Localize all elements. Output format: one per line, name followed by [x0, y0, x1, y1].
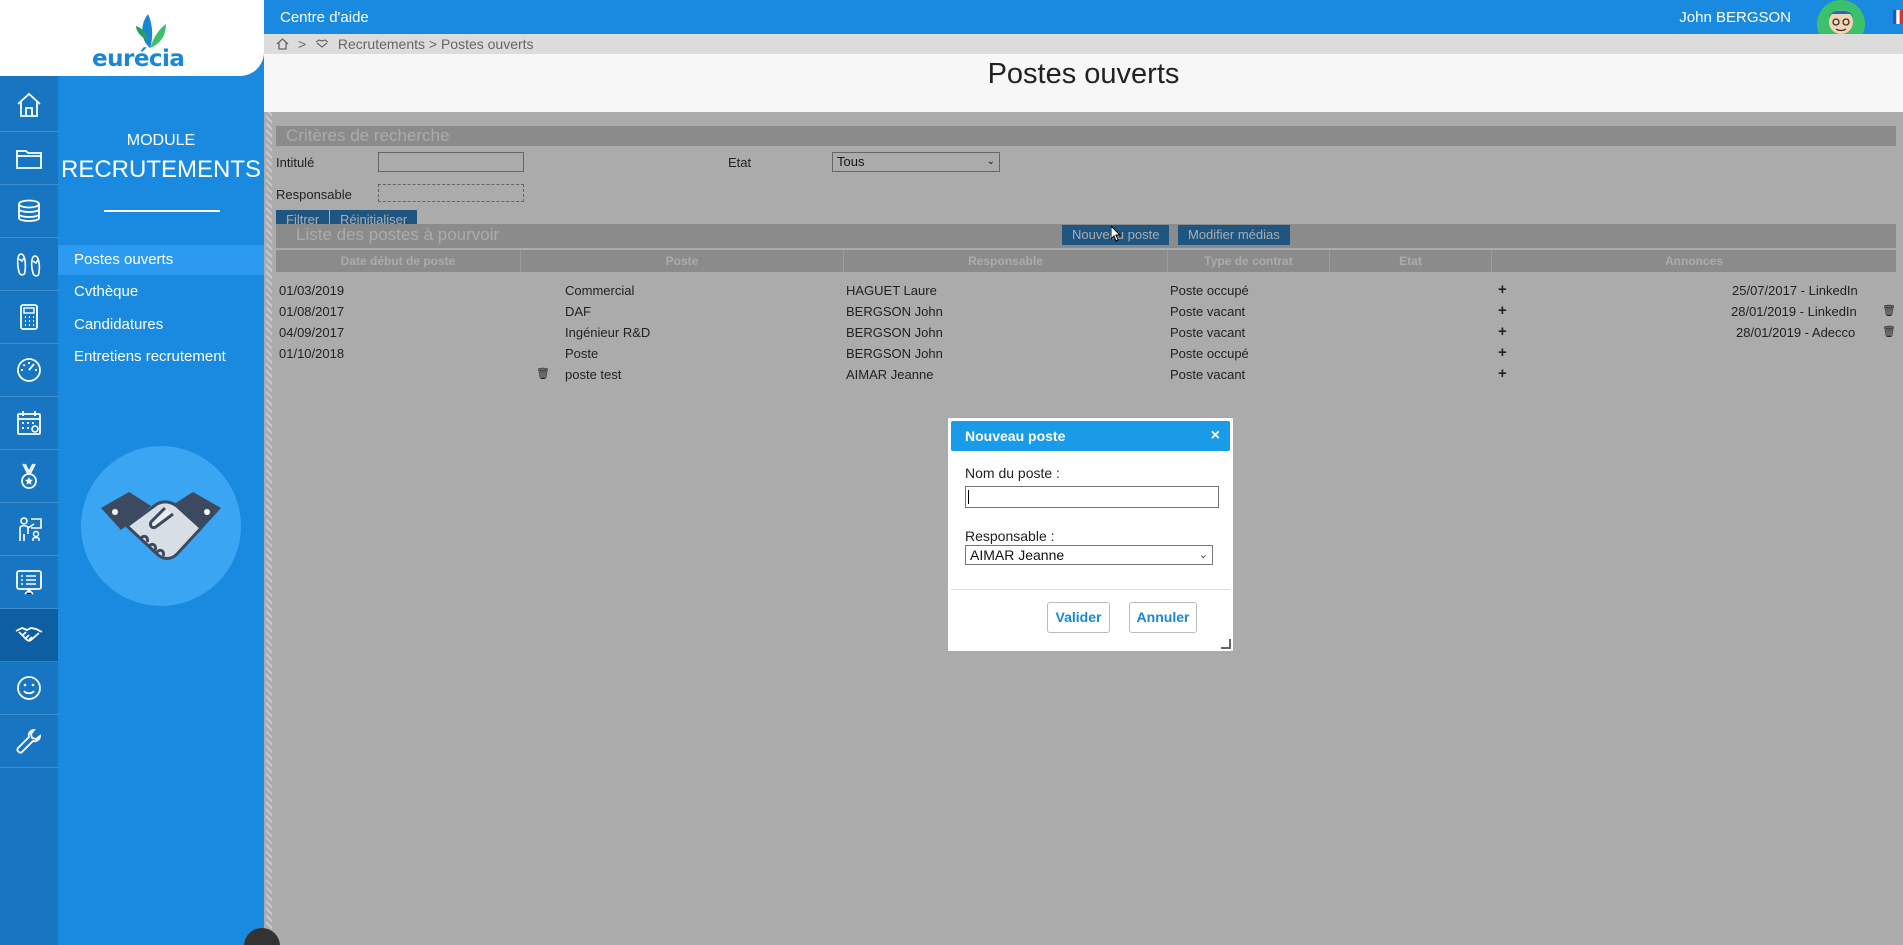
- rail-leaves[interactable]: [0, 238, 58, 291]
- chevron-down-icon: ⌄: [1198, 549, 1208, 561]
- rail-training[interactable]: [0, 503, 58, 556]
- dialog-header[interactable]: Nouveau poste ×: [951, 421, 1230, 451]
- module-label: MODULE: [126, 132, 196, 149]
- home-icon: [17, 92, 41, 117]
- user-name[interactable]: John BERGSON: [1679, 9, 1791, 26]
- mouse-pointer-icon: [1111, 226, 1121, 242]
- sandals-icon: [16, 253, 41, 277]
- module-name: RECRUTEMENTS: [60, 156, 261, 183]
- icon-rail: [0, 0, 58, 945]
- breadcrumb-path[interactable]: Recrutements > Postes ouverts: [338, 36, 534, 52]
- logo-text: eurécia: [92, 46, 185, 72]
- rail-planning[interactable]: [0, 397, 58, 450]
- responsable-select[interactable]: AIMAR Jeanne ⌄: [965, 545, 1213, 565]
- position-name-label: Nom du poste :: [965, 465, 1060, 481]
- rail-payroll[interactable]: [0, 291, 58, 344]
- calculator-icon: [20, 304, 38, 330]
- dialog-divider: [951, 589, 1230, 590]
- handshake-illustration-icon: [101, 492, 221, 560]
- speedometer-icon: [17, 358, 41, 382]
- person-presentation-icon: [19, 517, 42, 541]
- responsable-label: Responsable :: [965, 528, 1055, 544]
- overlay-edge: [266, 112, 272, 945]
- french-flag-icon[interactable]: [1893, 10, 1903, 24]
- help-center-link[interactable]: Centre d'aide: [280, 9, 369, 26]
- responsable-select-value: AIMAR Jeanne: [970, 547, 1065, 563]
- resize-handle-icon[interactable]: [1221, 639, 1231, 649]
- calendar-icon: [17, 411, 41, 435]
- position-name-input[interactable]: [965, 486, 1219, 508]
- logo[interactable]: eurécia: [0, 0, 264, 76]
- coins-icon: [18, 199, 40, 222]
- rail-wellbeing[interactable]: [0, 662, 58, 715]
- module-panel: MODULE RECRUTEMENTS Postes ouverts Cvthè…: [58, 0, 264, 945]
- leaf-logo-icon: [136, 14, 166, 48]
- module-divider: [104, 210, 220, 212]
- close-icon[interactable]: ×: [1211, 421, 1220, 451]
- home-icon[interactable]: [276, 38, 289, 50]
- rail-home[interactable]: [0, 79, 58, 132]
- rail-time[interactable]: [0, 344, 58, 397]
- cancel-button[interactable]: Annuler: [1129, 602, 1197, 633]
- handshake-icon: [15, 627, 43, 642]
- handshake-icon: [315, 39, 329, 48]
- wrench-icon: [16, 729, 41, 754]
- validate-button[interactable]: Valider: [1047, 602, 1110, 633]
- page-title: Postes ouverts: [987, 58, 1180, 90]
- rail-settings[interactable]: [0, 715, 58, 768]
- nav-item-candidatures[interactable]: Candidatures: [58, 310, 264, 340]
- rail-expenses[interactable]: [0, 185, 58, 238]
- folder-icon: [16, 150, 42, 169]
- nav-item-cvtheque[interactable]: Cvthèque: [58, 277, 264, 307]
- rail-skills[interactable]: [0, 450, 58, 503]
- nav-item-postes-ouverts[interactable]: Postes ouverts: [58, 245, 264, 275]
- handshake-illustration: [81, 446, 241, 606]
- top-bar: Centre d'aide John BERGSON: [264, 0, 1903, 48]
- rail-recruitment[interactable]: [0, 609, 58, 662]
- rail-evaluations[interactable]: [0, 556, 58, 609]
- text-caret: [968, 490, 969, 504]
- rail-documents[interactable]: [0, 132, 58, 185]
- new-position-dialog: Nouveau poste × Nom du poste : Responsab…: [947, 417, 1234, 652]
- checklist-board-icon: [16, 570, 42, 595]
- smiley-icon: [17, 676, 41, 700]
- medal-icon: [21, 463, 37, 489]
- nav-item-entretiens[interactable]: Entretiens recrutement: [58, 342, 264, 372]
- dialog-title: Nouveau poste: [965, 428, 1066, 444]
- breadcrumb-separator: >: [297, 36, 307, 52]
- title-area: Postes ouverts: [264, 54, 1903, 112]
- breadcrumb: > Recrutements > Postes ouverts: [264, 34, 1903, 54]
